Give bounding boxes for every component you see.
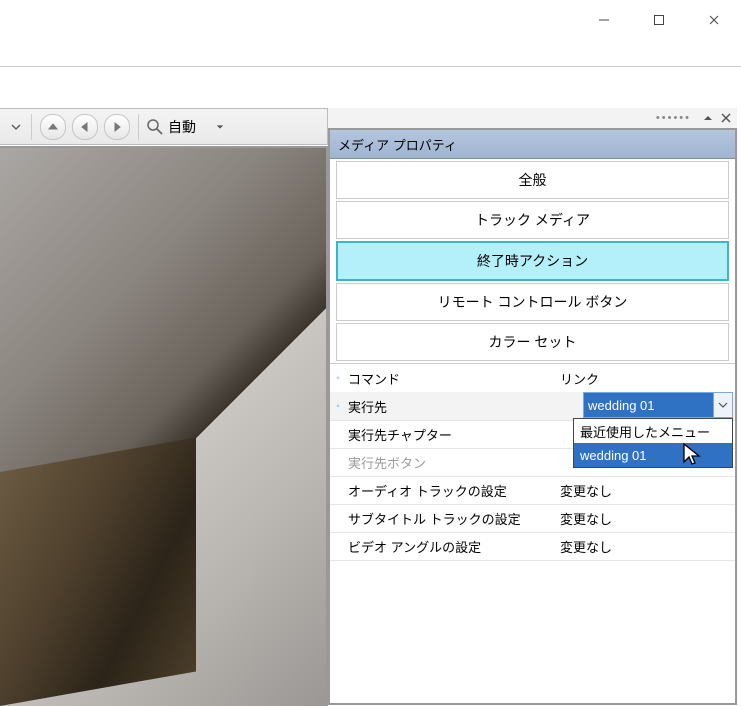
dropdown-option[interactable]: wedding 01 bbox=[574, 443, 732, 467]
prop-value[interactable]: 変更なし bbox=[558, 509, 735, 528]
preview-viewport[interactable] bbox=[0, 146, 328, 706]
tab-end-action[interactable]: 終了時アクション bbox=[336, 241, 729, 281]
search-icon bbox=[146, 118, 164, 136]
properties-grid: ◦ コマンド リンク ◦ 実行先 wedding 01 最近使用したメニュー bbox=[330, 363, 735, 614]
prop-value[interactable]: 変更なし bbox=[558, 481, 735, 500]
menubar-divider bbox=[0, 66, 741, 67]
tab-color-set[interactable]: カラー セット bbox=[336, 323, 729, 361]
prop-label: 実行先ボタン bbox=[346, 453, 558, 472]
prop-value-editor: wedding 01 最近使用したメニュー wedding 01 bbox=[583, 392, 733, 418]
dropdown-option[interactable]: 最近使用したメニュー bbox=[574, 419, 732, 443]
prop-row-angle[interactable]: ビデオ アングルの設定 変更なし bbox=[330, 532, 735, 561]
prop-label: サブタイトル トラックの設定 bbox=[346, 509, 558, 528]
prop-row-audio[interactable]: オーディオ トラックの設定 変更なし bbox=[330, 476, 735, 505]
destination-dropdown: 最近使用したメニュー wedding 01 bbox=[573, 418, 733, 468]
panel-title: メディア プロパティ bbox=[330, 130, 735, 159]
panel-collapse-button[interactable] bbox=[701, 111, 715, 125]
panel-collapse-strip: •••••• bbox=[328, 108, 737, 128]
tab-track-media[interactable]: トラック メディア bbox=[336, 201, 729, 239]
window-controls bbox=[576, 0, 741, 40]
preview-toolbar: 自動 bbox=[0, 108, 328, 145]
panel-close-button[interactable] bbox=[719, 111, 733, 125]
prop-label: ビデオ アングルの設定 bbox=[346, 537, 558, 556]
prop-row-destination[interactable]: ◦ 実行先 wedding 01 最近使用したメニュー wedding 01 bbox=[330, 392, 735, 421]
maximize-button[interactable] bbox=[631, 0, 686, 40]
prop-value[interactable]: 変更なし bbox=[558, 537, 735, 556]
panel-grip-icon[interactable]: •••••• bbox=[656, 112, 691, 124]
media-properties-panel: メディア プロパティ 全般 トラック メディア 終了時アクション リモート コン… bbox=[328, 128, 737, 705]
chevron-down-icon bbox=[718, 400, 728, 410]
prop-label: 実行先チャプター bbox=[346, 425, 558, 444]
toolbar-separator bbox=[138, 114, 139, 140]
minimize-button[interactable] bbox=[576, 0, 631, 40]
prop-row-command[interactable]: ◦ コマンド リンク bbox=[330, 364, 735, 393]
combobox-button[interactable] bbox=[713, 393, 732, 417]
close-button[interactable] bbox=[686, 0, 741, 40]
toolbar-separator bbox=[31, 114, 32, 140]
zoom-label: 自動 bbox=[168, 117, 196, 137]
destination-combobox[interactable]: wedding 01 bbox=[583, 392, 733, 418]
prop-label: コマンド bbox=[346, 369, 558, 388]
row-marker: ◦ bbox=[334, 401, 342, 412]
nav-back-button[interactable] bbox=[72, 114, 98, 140]
toolbar-dropdown-chevron[interactable] bbox=[6, 122, 26, 132]
prop-label: 実行先 bbox=[346, 397, 558, 416]
nav-up-button[interactable] bbox=[40, 114, 66, 140]
zoom-control[interactable]: 自動 bbox=[146, 117, 224, 137]
prop-value[interactable]: リンク bbox=[558, 369, 735, 388]
prop-row-subtitle[interactable]: サブタイトル トラックの設定 変更なし bbox=[330, 504, 735, 533]
row-marker: ◦ bbox=[334, 373, 342, 384]
tab-general[interactable]: 全般 bbox=[336, 161, 729, 199]
panel-tabs: 全般 トラック メディア 終了時アクション リモート コントロール ボタン カラ… bbox=[330, 161, 735, 361]
combobox-selected: wedding 01 bbox=[584, 393, 713, 417]
tab-remote[interactable]: リモート コントロール ボタン bbox=[336, 283, 729, 321]
prop-label: オーディオ トラックの設定 bbox=[346, 481, 558, 500]
chevron-down-icon bbox=[216, 123, 224, 131]
nav-forward-button[interactable] bbox=[104, 114, 130, 140]
